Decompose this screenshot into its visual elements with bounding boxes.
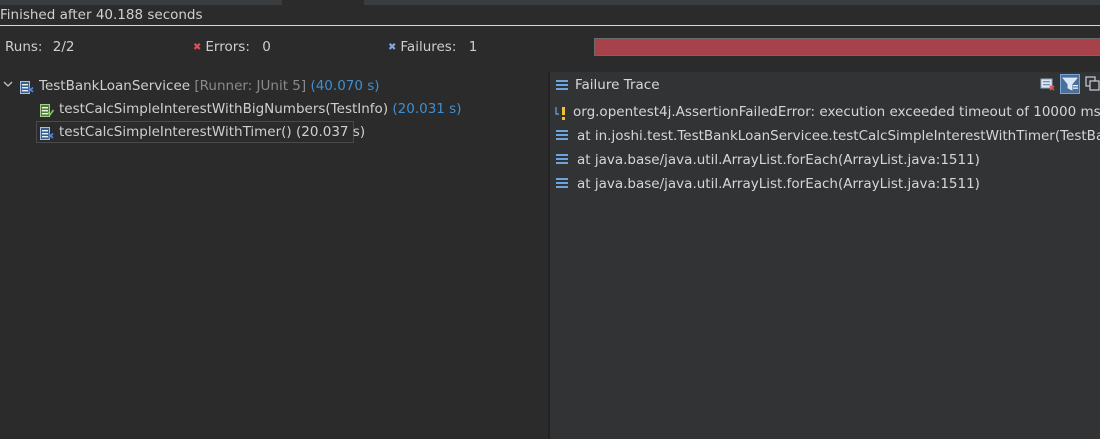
trace-line-exception[interactable]: org.opentest4j.AssertionFailedError: exe… <box>550 100 1100 124</box>
failures-value: 1 <box>468 39 478 55</box>
trace-line-frame[interactable]: at in.joshi.test.TestBankLoanServicee.te… <box>550 124 1100 148</box>
test-name: testCalcSimpleInterestWithBigNumbers(Tes… <box>59 101 389 117</box>
runs-value: 2/2 <box>52 39 75 55</box>
suite-name: TestBankLoanServicee <box>39 78 191 94</box>
junit-view: Finished after 40.188 seconds Runs: 2/2 … <box>0 0 1100 439</box>
stack-frame-icon <box>556 154 568 165</box>
suite-row-text: TestBankLoanServicee [Runner: JUnit 5] (… <box>39 76 380 97</box>
runs-counter: Runs: 2/2 <box>5 39 75 55</box>
trace-line-text: at java.base/java.util.ArrayList.forEach… <box>577 152 980 168</box>
failures-counter: ✖ Failures: 1 <box>388 39 477 55</box>
test-row-text: testCalcSimpleInterestWithTimer() (20.03… <box>59 122 365 143</box>
test-failed-icon <box>40 126 54 140</box>
trace-line-frame[interactable]: at java.base/java.util.ArrayList.forEach… <box>550 148 1100 172</box>
test-progress-bar <box>594 38 1100 56</box>
tree-row-suite[interactable]: TestBankLoanServicee [Runner: JUnit 5] (… <box>0 76 548 97</box>
trace-line-text: at java.base/java.util.ArrayList.forEach… <box>577 176 980 192</box>
error-icon: ✖ <box>193 42 202 53</box>
test-time: (20.037 s) <box>296 124 366 140</box>
suite-runner: [Runner: JUnit 5] <box>194 78 307 94</box>
chevron-down-icon[interactable] <box>3 76 15 97</box>
test-time: (20.031 s) <box>392 101 462 117</box>
active-view-tab[interactable] <box>282 0 364 5</box>
errors-counter: ✖ Errors: 0 <box>193 39 271 55</box>
failure-trace-panel: Failure Trace org.opentest4j.AssertionFa… <box>550 72 1100 439</box>
suite-time: (40.070 s) <box>310 78 380 94</box>
status-separator <box>0 25 1100 26</box>
exception-icon <box>554 100 568 124</box>
stack-frame-icon <box>556 178 568 189</box>
test-row-text: testCalcSimpleInterestWithBigNumbers(Tes… <box>59 99 462 120</box>
trace-line-text: at in.joshi.test.TestBankLoanServicee.te… <box>577 128 1100 144</box>
stack-trace-icon <box>556 80 568 91</box>
runs-label: Runs: <box>5 39 43 55</box>
trace-line-text: org.opentest4j.AssertionFailedError: exe… <box>573 104 1100 120</box>
filter-stack-trace-icon[interactable] <box>1060 74 1080 94</box>
failure-trace-title: Failure Trace <box>575 77 660 93</box>
errors-value: 0 <box>262 39 271 55</box>
errors-label: Errors: <box>205 39 250 55</box>
test-name: testCalcSimpleInterestWithTimer() <box>59 124 292 140</box>
test-tree[interactable]: TestBankLoanServicee [Runner: JUnit 5] (… <box>0 72 548 439</box>
view-tab-strip <box>0 0 1100 5</box>
test-passed-icon <box>40 103 55 117</box>
failure-trace-header: Failure Trace <box>550 72 1100 98</box>
trace-line-frame[interactable]: at java.base/java.util.ArrayList.forEach… <box>550 172 1100 196</box>
test-suite-failed-icon <box>20 80 34 94</box>
tree-row-test-selected[interactable]: testCalcSimpleInterestWithTimer() (20.03… <box>36 121 365 143</box>
tree-row-test[interactable]: testCalcSimpleInterestWithBigNumbers(Tes… <box>36 99 548 120</box>
failures-label: Failures: <box>400 39 457 55</box>
failure-icon: ✖ <box>388 42 397 53</box>
stack-frame-icon <box>556 130 568 141</box>
copy-trace-icon[interactable] <box>1083 74 1100 94</box>
progress-bar-fill <box>595 39 1100 55</box>
compare-results-icon[interactable] <box>1038 74 1058 94</box>
run-status-text: Finished after 40.188 seconds <box>0 7 203 23</box>
